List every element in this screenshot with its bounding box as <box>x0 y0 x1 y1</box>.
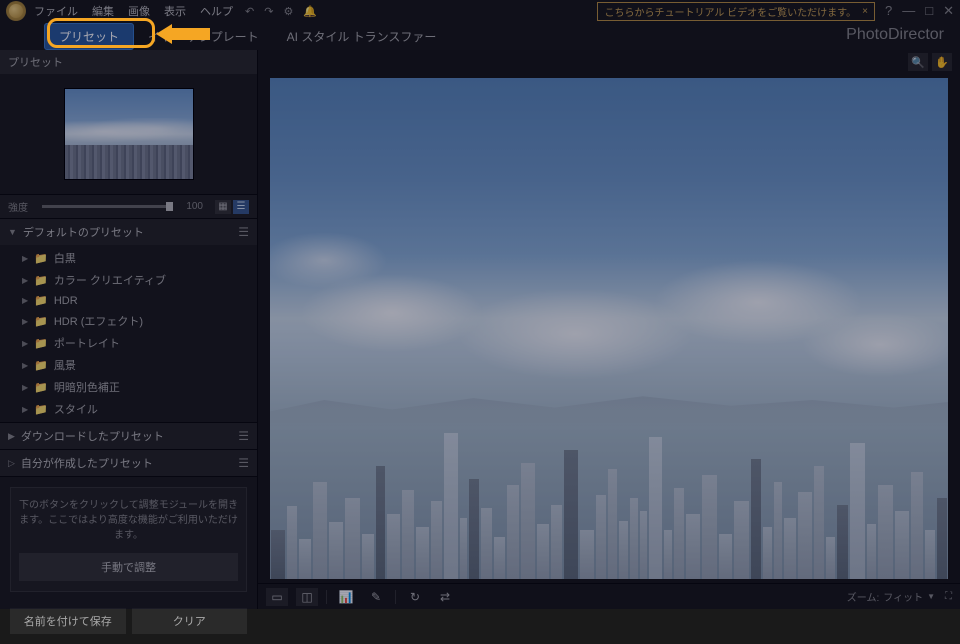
manual-adjust-button[interactable]: 手動で調整 <box>19 553 238 581</box>
caret-right-icon: ▶ <box>22 296 28 305</box>
zoom-value[interactable]: フィット <box>883 589 923 604</box>
clear-button[interactable]: クリア <box>132 608 248 634</box>
caret-right-icon: ▶ <box>22 317 28 326</box>
folder-icon: 📁 <box>34 337 48 350</box>
tree-item-label: HDR (エフェクト) <box>54 313 143 329</box>
menu-help[interactable]: ヘルプ <box>200 3 233 19</box>
gear-icon[interactable]: ⚙ <box>283 5 293 18</box>
caret-down-icon: ▼ <box>8 227 17 237</box>
tree-item-label: ポートレイト <box>54 335 120 351</box>
tree-item-label: 風景 <box>54 357 76 373</box>
help-icon[interactable]: ? <box>885 3 892 19</box>
folder-icon: 📁 <box>34 359 48 372</box>
caret-right-icon: ▶ <box>22 361 28 370</box>
rotate-icon[interactable]: ↻ <box>404 588 426 606</box>
caret-right-icon: ▶ <box>22 254 28 263</box>
canvas-image[interactable] <box>270 78 948 579</box>
view-single-icon[interactable]: ▭ <box>266 588 288 606</box>
folder-icon: 📁 <box>34 403 48 416</box>
tab-ai-style[interactable]: AI スタイル トランスファー <box>273 24 451 49</box>
window-maximize-icon[interactable]: □ <box>925 3 933 19</box>
redo-icon[interactable]: ↷ <box>264 5 273 18</box>
section-menu-icon[interactable]: ☰ <box>238 225 249 239</box>
zoom-tool-icon[interactable]: 🔍 <box>908 53 928 71</box>
histogram-icon[interactable]: 📊 <box>335 588 357 606</box>
zoom-label: ズーム: <box>847 589 879 604</box>
window-close-icon[interactable]: ✕ <box>943 3 954 19</box>
menu-view[interactable]: 表示 <box>164 3 186 19</box>
save-as-button[interactable]: 名前を付けて保存 <box>10 608 126 634</box>
caret-right-icon: ▶ <box>22 383 28 392</box>
tree-item[interactable]: ▶ 📁 明暗別色補正 <box>0 376 257 398</box>
hand-tool-icon[interactable]: ✋ <box>932 53 952 71</box>
tree-item-label: HDR <box>54 295 78 307</box>
undo-icon[interactable]: ↶ <box>245 5 254 18</box>
tree-item[interactable]: ▶ 📁 ポートレイト <box>0 332 257 354</box>
strength-value: 100 <box>179 201 203 212</box>
menu-file[interactable]: ファイル <box>34 3 78 19</box>
tree-item-label: 白黒 <box>54 250 76 266</box>
tree-item[interactable]: ▶ 📁 風景 <box>0 354 257 376</box>
tree-item[interactable]: ▶ 📁 スタイル <box>0 398 257 420</box>
view-grid-icon[interactable]: ▦ <box>215 200 231 214</box>
section-menu-icon[interactable]: ☰ <box>238 456 249 470</box>
flip-icon[interactable]: ⇄ <box>434 588 456 606</box>
tree-item-label: カラー クリエイティブ <box>54 272 166 288</box>
tab-preset[interactable]: プリセット <box>44 23 134 50</box>
chevron-down-icon[interactable]: ▼ <box>927 592 935 601</box>
folder-icon: 📁 <box>34 381 48 394</box>
caret-right-icon: ▶ <box>22 339 28 348</box>
caret-right-icon: ▷ <box>8 458 15 469</box>
tree-item[interactable]: ▶ 📁 白黒 <box>0 247 257 269</box>
window-minimize-icon[interactable]: — <box>902 3 915 19</box>
menu-image[interactable]: 画像 <box>128 3 150 19</box>
menu-edit[interactable]: 編集 <box>92 3 114 19</box>
section-default-presets[interactable]: ▼ デフォルトのプリセット ☰ <box>0 219 257 245</box>
tree-item[interactable]: ▶ 📁 HDR <box>0 291 257 310</box>
folder-icon: 📁 <box>34 274 48 287</box>
strength-label: 強度 <box>8 199 36 214</box>
brand-label: PhotoDirector <box>846 26 944 44</box>
tutorial-close-icon[interactable]: × <box>862 6 868 17</box>
strength-slider[interactable] <box>42 205 173 208</box>
app-logo <box>6 1 26 21</box>
bell-icon[interactable]: 🔔 <box>303 5 317 18</box>
caret-right-icon: ▶ <box>22 276 28 285</box>
caret-right-icon: ▶ <box>8 431 15 442</box>
tutorial-banner[interactable]: こちらからチュートリアル ビデオをご覧いただけます。 × <box>597 2 875 21</box>
folder-icon: 📁 <box>34 252 48 265</box>
section-downloaded-presets[interactable]: ▶ ダウンロードしたプリセット ☰ <box>0 423 257 449</box>
caret-right-icon: ▶ <box>22 405 28 414</box>
tab-layer-template[interactable]: イヤー テンプレート <box>134 24 273 49</box>
folder-icon: 📁 <box>34 315 48 328</box>
folder-icon: 📁 <box>34 294 48 307</box>
section-menu-icon[interactable]: ☰ <box>238 429 249 443</box>
sidebar-title: プリセット <box>0 50 257 74</box>
tree-item-label: 明暗別色補正 <box>54 379 120 395</box>
help-text: 下のボタンをクリックして調整モジュールを開きます。ここではより高度な機能がご利用… <box>19 498 238 543</box>
view-list-icon[interactable]: ☰ <box>233 200 249 214</box>
tree-item[interactable]: ▶ 📁 HDR (エフェクト) <box>0 310 257 332</box>
section-custom-presets[interactable]: ▷ 自分が作成したプリセット ☰ <box>0 450 257 476</box>
view-split-icon[interactable]: ◫ <box>296 588 318 606</box>
preset-preview-thumb[interactable] <box>64 88 194 180</box>
tree-item[interactable]: ▶ 📁 カラー クリエイティブ <box>0 269 257 291</box>
tutorial-text: こちらからチュートリアル ビデオをご覧いただけます。 <box>604 4 856 19</box>
crop-icon[interactable]: ✎ <box>365 588 387 606</box>
tree-item-label: スタイル <box>54 401 98 417</box>
zoom-fit-icon[interactable]: ⛶ <box>945 591 952 602</box>
